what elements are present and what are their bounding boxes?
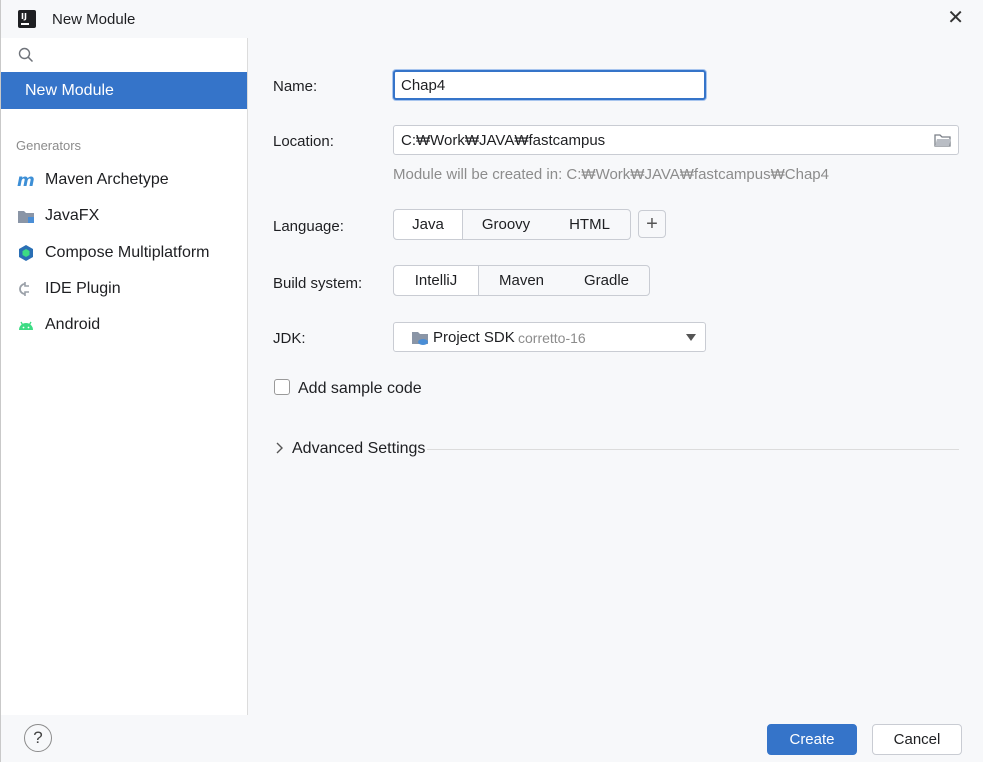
maven-icon: m (17, 171, 35, 189)
language-option-html[interactable]: HTML (549, 210, 630, 239)
language-option-groovy[interactable]: Groovy (463, 210, 549, 239)
title-bar: IJ New Module ✕ (1, 0, 983, 38)
generator-label: JavaFX (45, 207, 100, 224)
generator-label: Compose Multiplatform (45, 244, 210, 261)
location-hint: Module will be created in: C:₩Work₩JAVA₩… (393, 166, 829, 183)
build-option-intellij[interactable]: IntelliJ (394, 266, 479, 295)
sidebar: New Module Generators m Maven Archetype … (1, 38, 248, 715)
help-button[interactable]: ? (24, 724, 52, 752)
sidebar-item-new-module[interactable]: New Module (1, 72, 247, 109)
generators-section-label: Generators (16, 138, 82, 153)
language-option-java[interactable]: Java (394, 210, 463, 239)
close-icon[interactable]: ✕ (947, 7, 964, 29)
location-label: Location: (273, 133, 334, 150)
build-option-gradle[interactable]: Gradle (564, 266, 649, 295)
create-button[interactable]: Create (767, 724, 857, 755)
sample-code-checkbox[interactable] (274, 379, 290, 395)
sample-code-label[interactable]: Add sample code (298, 380, 422, 398)
build-system-selector: IntelliJ Maven Gradle (393, 265, 650, 296)
divider (427, 449, 959, 450)
language-selector: Java Groovy HTML (393, 209, 631, 240)
generator-label: Maven Archetype (45, 171, 169, 188)
intellij-logo-icon: IJ (17, 9, 37, 29)
jdk-name: Project SDK (433, 329, 515, 346)
name-input[interactable]: Chap4 (393, 70, 706, 100)
generator-android[interactable]: Android (1, 310, 247, 340)
build-option-maven[interactable]: Maven (479, 266, 564, 295)
footer: ? Create Cancel (1, 715, 983, 762)
new-module-dialog: IJ New Module ✕ New Module Generators m … (0, 0, 983, 762)
generator-javafx[interactable]: JavaFX (1, 201, 247, 231)
generator-compose-multiplatform[interactable]: Compose Multiplatform (1, 238, 247, 268)
folder-browse-icon[interactable] (934, 132, 952, 148)
javafx-folder-icon (18, 211, 34, 223)
window-title: New Module (52, 11, 136, 28)
name-label: Name: (273, 78, 318, 95)
chevron-down-icon (686, 334, 696, 341)
jdk-label: JDK: (273, 330, 306, 347)
search-input[interactable] (1, 38, 247, 73)
cancel-button[interactable]: Cancel (872, 724, 962, 755)
advanced-settings-toggle[interactable]: Advanced Settings (292, 440, 425, 458)
jdk-version: corretto-16 (518, 330, 586, 346)
chevron-right-icon[interactable] (275, 442, 285, 454)
form-panel: Name: Chap4 Location: C:₩Work₩JAVA₩fastc… (248, 38, 983, 715)
search-icon (18, 47, 34, 63)
location-input[interactable]: C:₩Work₩JAVA₩fastcampus (393, 125, 959, 155)
add-language-button[interactable]: + (638, 210, 666, 238)
location-value: C:₩Work₩JAVA₩fastcampus (401, 132, 606, 149)
generator-label: Android (45, 316, 101, 333)
sidebar-item-label: New Module (25, 82, 114, 99)
generator-label: IDE Plugin (45, 280, 121, 297)
build-system-label: Build system: (273, 275, 363, 292)
jdk-select[interactable]: Project SDK corretto-16 (393, 322, 706, 352)
generator-maven-archetype[interactable]: m Maven Archetype (1, 165, 247, 195)
sdk-folder-icon (412, 332, 428, 345)
generator-ide-plugin[interactable]: IDE Plugin (1, 274, 247, 304)
svg-text:m: m (17, 171, 35, 189)
compose-icon (19, 245, 33, 261)
name-value: Chap4 (401, 77, 446, 94)
android-icon (19, 321, 33, 330)
language-label: Language: (273, 218, 344, 235)
plugin-icon (19, 282, 29, 296)
